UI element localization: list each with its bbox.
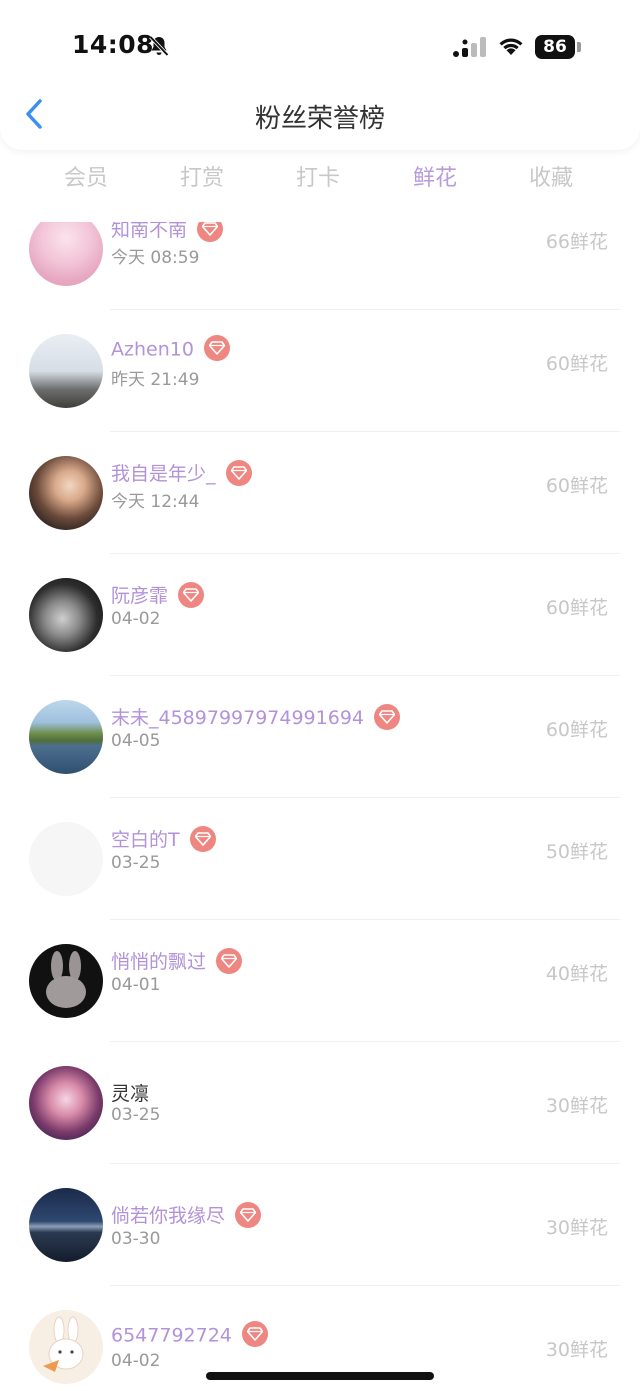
fan-flower-count: 66鲜花 [545, 231, 608, 253]
fan-name-text: 阮彦霏 [111, 585, 169, 607]
fan-name: 知南不南 [111, 222, 224, 244]
fan-name: 末未_45897997974991694 [111, 703, 401, 732]
avatar [29, 944, 103, 1018]
fan-name-text: 末未_45897997974991694 [111, 707, 365, 729]
fan-name: 6547792724 [111, 1321, 268, 1349]
fan-row[interactable]: 阮彦霏 04-02 60鲜花 [0, 554, 640, 676]
diamond-icon [225, 459, 252, 486]
fan-time: 04-02 [111, 609, 161, 629]
fan-flower-count: 50鲜花 [545, 841, 608, 863]
fan-time: 03-25 [111, 853, 161, 873]
fan-name-text: 空白的T [111, 829, 180, 851]
fan-name: 倘若你我缘尽 [111, 1201, 262, 1230]
fan-name-text: 倘若你我缘尽 [111, 1205, 226, 1227]
fan-flower-count: 40鲜花 [545, 963, 608, 985]
fan-flower-count: 30鲜花 [545, 1217, 608, 1239]
avatar [29, 822, 103, 896]
fan-name: 阮彦霏 [111, 581, 205, 610]
battery-indicator: 86 [535, 35, 575, 59]
tab-flowers[interactable]: 鲜花 [377, 160, 493, 192]
fan-name-text: Azhen10 [111, 338, 194, 361]
diamond-icon [374, 703, 401, 730]
fan-flower-count: 60鲜花 [545, 597, 608, 619]
fan-row[interactable]: 灵凛 03-25 30鲜花 [0, 1042, 640, 1164]
fan-name: 悄悄的飘过 [111, 947, 243, 976]
avatar [29, 1310, 103, 1384]
fan-name: 我自是年少_ [111, 459, 252, 488]
fan-name-text: 知南不南 [111, 222, 188, 241]
bell-off-icon [149, 35, 169, 57]
fan-row[interactable]: 末未_45897997974991694 04-05 60鲜花 [0, 676, 640, 798]
bunny-carrot-icon [43, 1316, 84, 1372]
fan-name: 空白的T [111, 825, 216, 854]
fan-name: 灵凛 [111, 1079, 149, 1106]
avatar [29, 700, 103, 774]
avatar [29, 334, 103, 408]
avatar [29, 222, 103, 286]
fan-name: Azhen10 [111, 335, 230, 363]
fan-time: 03-30 [111, 1229, 161, 1249]
page-title: 粉丝荣誉榜 [254, 104, 385, 134]
diamond-icon [178, 581, 205, 608]
tab-tips[interactable]: 打赏 [144, 160, 260, 192]
fan-name-text: 灵凛 [111, 1083, 150, 1105]
fan-time: 今天 08:59 [111, 248, 200, 268]
fan-row[interactable]: 空白的T 03-25 50鲜花 [0, 798, 640, 920]
fan-name-text: 悄悄的飘过 [111, 951, 207, 973]
diamond-icon [235, 1201, 262, 1228]
avatar [29, 1188, 103, 1262]
fan-row[interactable]: 知南不南 今天 08:59 66鲜花 [0, 222, 640, 310]
diamond-icon [216, 947, 243, 974]
fan-name-text: 我自是年少_ [111, 463, 216, 485]
tab-checkin[interactable]: 打卡 [260, 160, 376, 192]
fan-row[interactable]: 悄悄的飘过 04-01 40鲜花 [0, 920, 640, 1042]
tab-membership[interactable]: 会员 [28, 160, 144, 192]
fan-time: 04-01 [111, 975, 161, 995]
tab-bar: 会员 打赏 打卡 鲜花 收藏 [0, 160, 640, 200]
fan-time: 04-02 [111, 1351, 161, 1371]
diamond-icon [241, 1321, 268, 1347]
fan-flower-count: 60鲜花 [545, 353, 608, 375]
status-time: 14:08 [72, 30, 155, 59]
fan-flower-count: 60鲜花 [545, 719, 608, 741]
avatar [29, 1066, 103, 1140]
diamond-icon [197, 222, 224, 242]
fan-time: 今天 12:44 [111, 492, 200, 512]
diamond-icon [189, 825, 216, 852]
fan-name-text: 6547792724 [111, 1324, 232, 1347]
fan-list: 知南不南 今天 08:59 66鲜花 Azhen10 昨天 21:49 60鲜花… [0, 222, 640, 1391]
fan-flower-count: 60鲜花 [545, 475, 608, 497]
fan-row[interactable]: 倘若你我缘尽 03-30 30鲜花 [0, 1164, 640, 1286]
bunny-silhouette-icon [46, 951, 86, 1008]
fan-row[interactable]: Azhen10 昨天 21:49 60鲜花 [0, 310, 640, 432]
fan-time: 昨天 21:49 [111, 370, 200, 390]
avatar [29, 456, 103, 530]
fan-time: 03-25 [111, 1105, 161, 1125]
fan-flower-count: 30鲜花 [545, 1095, 608, 1117]
wifi-icon [499, 38, 523, 55]
nav-header: 14:08 86 粉丝荣誉榜 [0, 0, 640, 150]
tab-favorites[interactable]: 收藏 [493, 160, 609, 192]
fan-flower-count: 30鲜花 [545, 1339, 608, 1361]
battery-tip [577, 42, 581, 52]
cellular-signal-icon [453, 37, 486, 57]
fan-time: 04-05 [111, 731, 161, 751]
avatar [29, 578, 103, 652]
fan-row[interactable]: 我自是年少_ 今天 12:44 60鲜花 [0, 432, 640, 554]
home-indicator[interactable] [206, 1372, 434, 1380]
diamond-icon [203, 335, 230, 361]
